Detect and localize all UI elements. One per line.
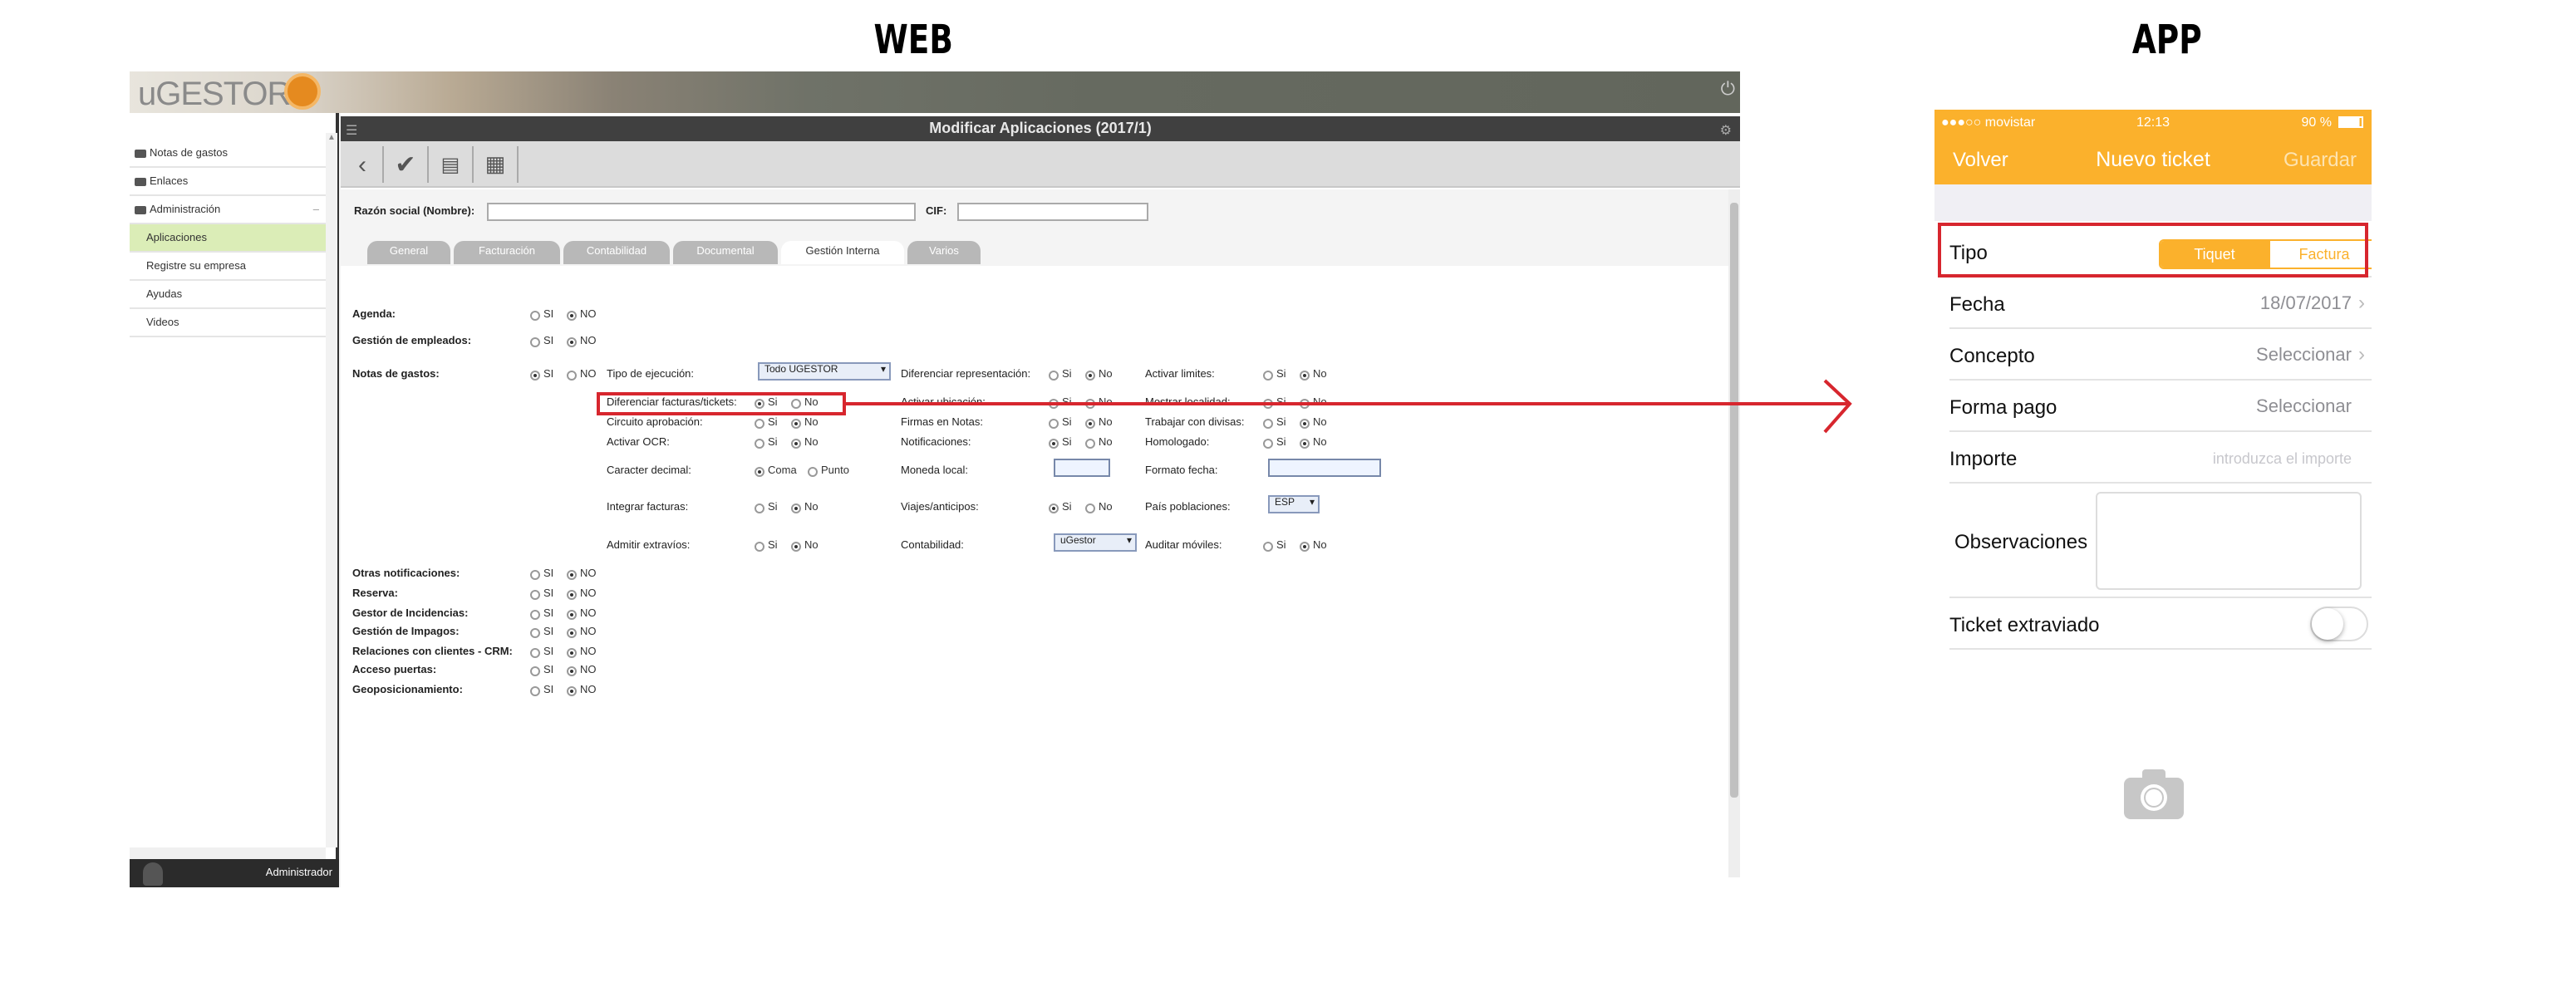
chevron-right-icon: › xyxy=(2358,342,2365,366)
status-bar: ●●●○○ movistar 12:13 90 % xyxy=(1934,110,2372,135)
fecha-value: 18/07/2017 xyxy=(2259,294,2352,314)
extraviado-label: Ticket extraviado xyxy=(1949,613,2100,636)
observaciones-textarea[interactable] xyxy=(2096,492,2362,590)
observaciones-label: Observaciones xyxy=(1954,530,2088,553)
importe-row: Importe introduzca el importe xyxy=(1949,432,2372,484)
fecha-row[interactable]: Fecha 18/07/2017 › xyxy=(1949,277,2372,329)
forma-pago-label: Forma pago xyxy=(1949,395,2057,419)
forma-pago-row[interactable]: Forma pago Seleccionar xyxy=(1949,381,2372,432)
extraviado-toggle[interactable] xyxy=(2310,607,2368,641)
section-gap xyxy=(1934,184,2372,221)
canvas: WEB APP uGESTOR ⏻ Notas de gastos Enlace… xyxy=(0,0,2576,997)
mobile-app: ●●●○○ movistar 12:13 90 % Volver Nuevo t… xyxy=(1934,110,2372,821)
concepto-row[interactable]: Concepto Seleccionar › xyxy=(1949,329,2372,381)
toggle-knob xyxy=(2312,608,2343,640)
battery-icon xyxy=(2338,116,2363,128)
battery-level: 90 % xyxy=(2301,115,2332,130)
importe-input[interactable]: introduzca el importe xyxy=(2213,450,2352,467)
forma-pago-value: Seleccionar xyxy=(2256,397,2352,417)
camera-icon[interactable] xyxy=(2124,769,2184,819)
extraviado-row: Ticket extraviado xyxy=(1949,598,2372,650)
observaciones-row: Observaciones xyxy=(1949,484,2372,598)
fecha-label: Fecha xyxy=(1949,292,2005,316)
save-button[interactable]: Guardar xyxy=(2283,148,2357,171)
concepto-value: Seleccionar xyxy=(2256,346,2352,366)
nav-bar: Volver Nuevo ticket Guardar xyxy=(1934,135,2372,184)
highlight-box-app xyxy=(1938,223,2368,277)
concepto-label: Concepto xyxy=(1949,344,2035,367)
importe-label: Importe xyxy=(1949,447,2018,470)
chevron-right-icon: › xyxy=(2358,291,2365,314)
